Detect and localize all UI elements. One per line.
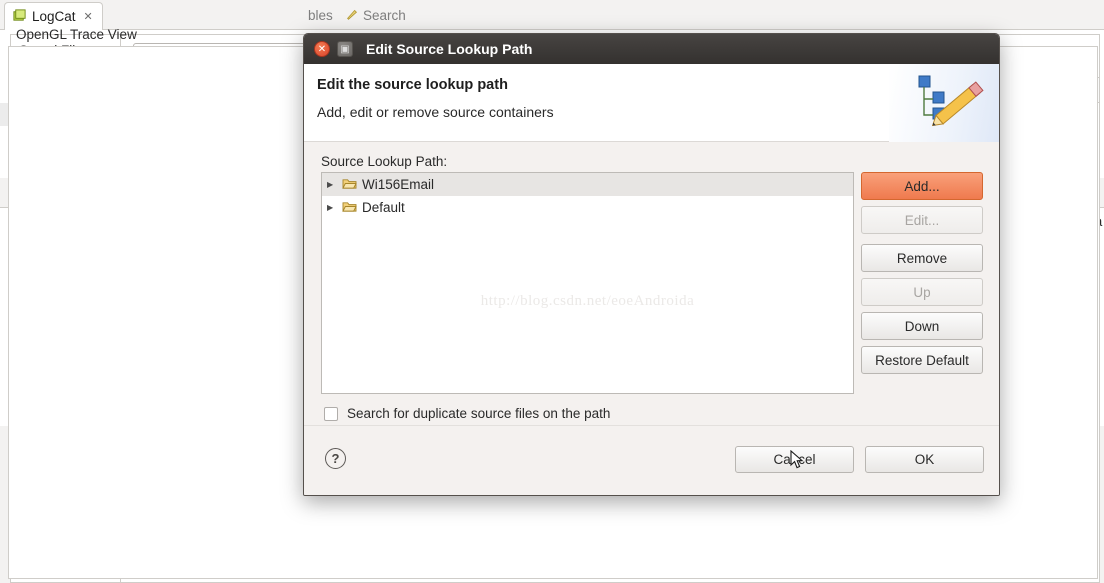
source-lookup-path-label: Source Lookup Path: — [321, 154, 448, 169]
chevron-right-icon[interactable]: ▶ — [327, 203, 337, 212]
tab-search-label: Search — [363, 7, 406, 23]
tab-search[interactable]: Search — [345, 7, 406, 24]
edit-source-lookup-path-dialog: ✕ ▣ Edit Source Lookup Path Edit the sou… — [303, 33, 1000, 496]
restore-default-button[interactable]: Restore Default — [861, 346, 983, 374]
search-duplicates-checkbox-row[interactable]: Search for duplicate source files on the… — [324, 406, 610, 421]
close-icon[interactable]: ✕ — [314, 41, 330, 57]
list-item-label: Default — [362, 200, 405, 215]
cancel-button[interactable]: Cancel — [735, 446, 854, 473]
down-button[interactable]: Down — [861, 312, 983, 340]
ok-button[interactable]: OK — [865, 446, 984, 473]
folder-icon — [342, 200, 357, 216]
chevron-right-icon[interactable]: ▶ — [327, 180, 337, 189]
add-button[interactable]: Add... — [861, 172, 983, 200]
folder-icon — [342, 177, 357, 193]
watermark-text: http://blog.csdn.net/eoeAndroida — [480, 293, 695, 309]
list-item[interactable]: ▶ Default — [322, 196, 853, 219]
edit-button[interactable]: Edit... — [861, 206, 983, 234]
dialog-subheading: Add, edit or remove source containers — [317, 104, 554, 120]
dialog-body: Source Lookup Path: ▶ Wi156Email ▶ Defau… — [304, 142, 999, 495]
search-icon — [345, 7, 359, 24]
tab-variables-label: bles — [308, 7, 333, 23]
list-item[interactable]: ▶ Wi156Email — [322, 173, 853, 196]
list-item-label: Wi156Email — [362, 177, 435, 192]
remove-button[interactable]: Remove — [861, 244, 983, 272]
source-lookup-path-list[interactable]: ▶ Wi156Email ▶ Default http://blog.csdn.… — [321, 172, 854, 394]
tab-variables-partial[interactable]: bles — [308, 8, 333, 23]
eclipse-workbench: Debug ✕ i — [0, 0, 1104, 583]
search-duplicates-label: Search for duplicate source files on the… — [347, 406, 611, 421]
help-icon[interactable]: ? — [325, 448, 346, 469]
dialog-title: Edit Source Lookup Path — [366, 41, 533, 57]
dialog-footer: ? Cancel OK — [304, 425, 999, 495]
dialog-heading: Edit the source lookup path — [317, 77, 508, 93]
dialog-titlebar[interactable]: ✕ ▣ Edit Source Lookup Path — [304, 34, 999, 64]
maximize-icon[interactable]: ▣ — [337, 41, 353, 57]
checkbox-icon[interactable] — [324, 406, 338, 421]
edit-source-lookup-icon — [889, 64, 999, 142]
dialog-header: Edit the source lookup path Add, edit or… — [304, 64, 999, 142]
up-button[interactable]: Up — [861, 278, 983, 306]
bottom-right-tabstrip: bles Search — [0, 2, 1104, 28]
opengl-trace-view-label[interactable]: OpenGL Trace View — [16, 27, 137, 42]
